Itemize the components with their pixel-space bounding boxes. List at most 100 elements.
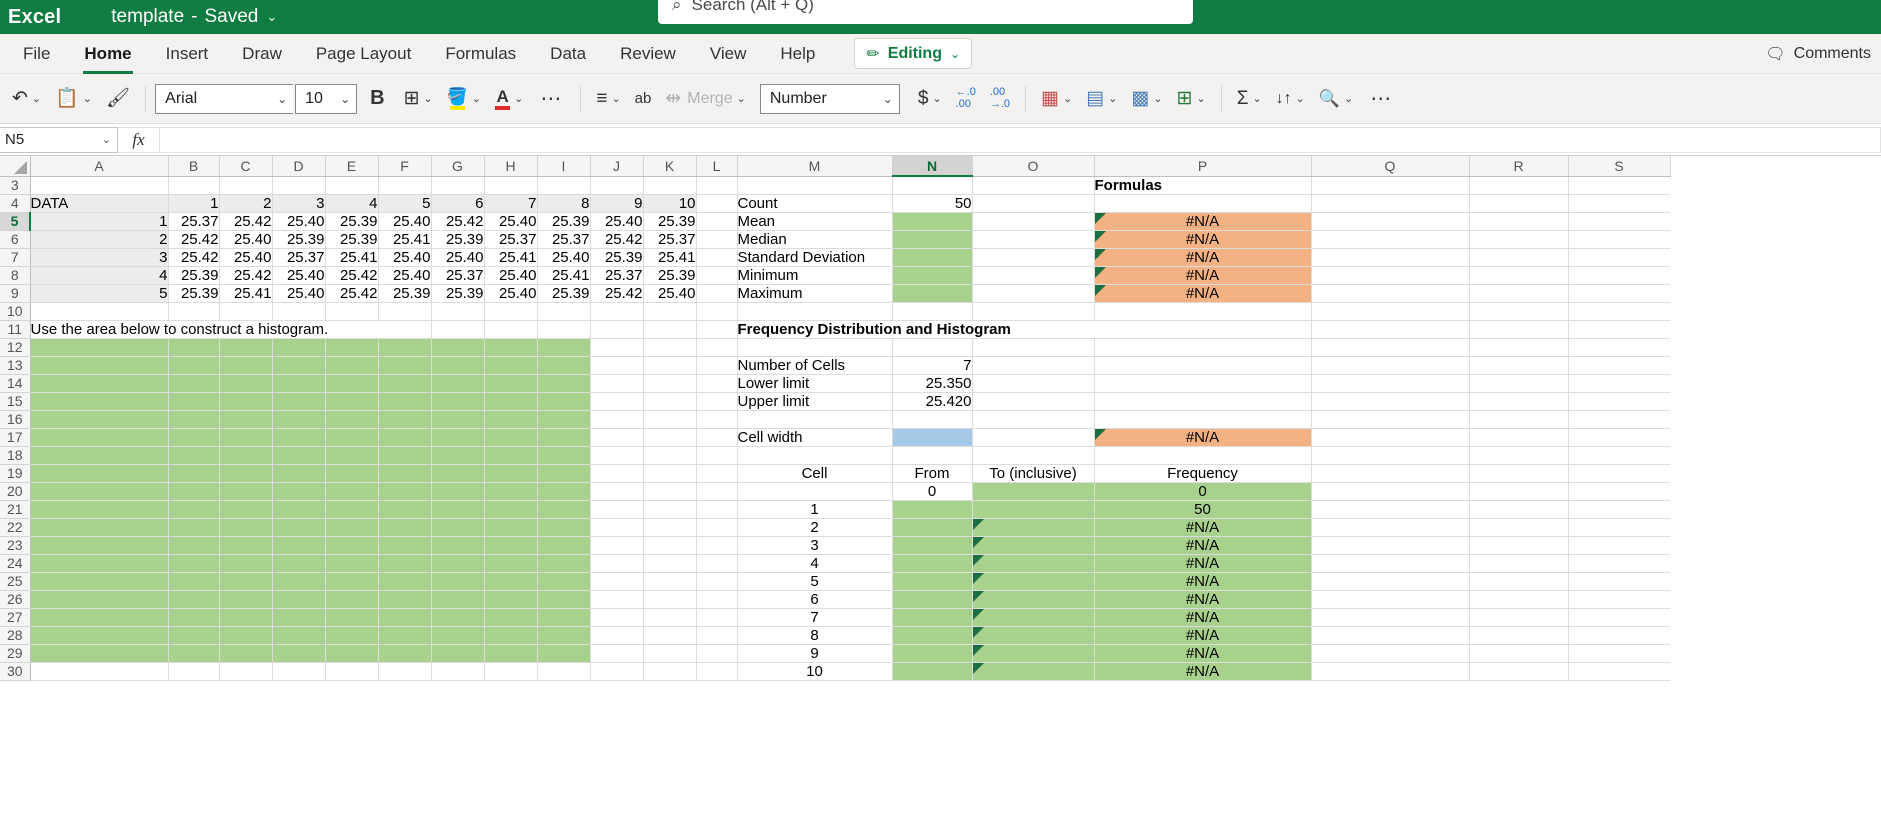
cell-I8[interactable]: 25.41: [537, 266, 591, 285]
cell-S16[interactable]: [1568, 410, 1670, 429]
cell-K13[interactable]: [643, 356, 697, 375]
cell-J7[interactable]: 25.39: [590, 248, 644, 267]
cell-D29-histogram-area[interactable]: [272, 644, 326, 663]
col-header-I[interactable]: I: [537, 156, 591, 177]
cell-J13[interactable]: [590, 356, 644, 375]
formula-input[interactable]: [160, 126, 1881, 153]
cell-I12-histogram-area[interactable]: [537, 338, 591, 357]
cell-Q16[interactable]: [1311, 410, 1470, 429]
row-header-26[interactable]: 26: [0, 590, 31, 609]
cell-Q18[interactable]: [1311, 446, 1470, 465]
cell-S4[interactable]: [1568, 194, 1670, 213]
cell-Q27[interactable]: [1311, 608, 1470, 627]
cell-H26-histogram-area[interactable]: [484, 590, 538, 609]
cell-M7-stat-label[interactable]: Standard Deviation: [737, 248, 893, 267]
cell-Q30[interactable]: [1311, 662, 1470, 681]
col-header-S[interactable]: S: [1568, 156, 1671, 177]
cell-B21-histogram-area[interactable]: [168, 500, 220, 519]
cell-G7[interactable]: 25.40: [431, 248, 485, 267]
col-header-D[interactable]: D: [272, 156, 326, 177]
cell-O16[interactable]: [972, 410, 1095, 429]
cell-J9[interactable]: 25.42: [590, 284, 644, 303]
cell-N22-freq-from[interactable]: [892, 518, 973, 537]
cell-E20-histogram-area[interactable]: [325, 482, 379, 501]
cell-E4[interactable]: 4: [325, 194, 379, 213]
cell-D19-histogram-area[interactable]: [272, 464, 326, 483]
cell-L6[interactable]: [696, 230, 738, 249]
cell-Q8[interactable]: [1311, 266, 1470, 285]
cell-K16[interactable]: [643, 410, 697, 429]
cell-L22[interactable]: [696, 518, 738, 537]
cell-E17-histogram-area[interactable]: [325, 428, 379, 447]
cell-L10[interactable]: [696, 302, 738, 321]
cell-J5[interactable]: 25.40: [590, 212, 644, 231]
cell-O20-freq-to[interactable]: [972, 482, 1095, 501]
cell-F19-histogram-area[interactable]: [378, 464, 432, 483]
cell-N23-freq-from[interactable]: [892, 536, 973, 555]
cell-H18-histogram-area[interactable]: [484, 446, 538, 465]
cell-C20-histogram-area[interactable]: [219, 482, 273, 501]
cell-A16-histogram-area[interactable]: [30, 410, 169, 429]
cell-B22-histogram-area[interactable]: [168, 518, 220, 537]
cell-C28-histogram-area[interactable]: [219, 626, 273, 645]
cell-H8[interactable]: 25.40: [484, 266, 538, 285]
cell-M18[interactable]: [737, 446, 893, 465]
cell-R23[interactable]: [1469, 536, 1569, 555]
cell-H9[interactable]: 25.40: [484, 284, 538, 303]
cell-E5[interactable]: 25.39: [325, 212, 379, 231]
cell-Q11[interactable]: [1311, 320, 1470, 339]
cell-J4[interactable]: 9: [590, 194, 644, 213]
cell-F8[interactable]: 25.40: [378, 266, 432, 285]
cell-J25[interactable]: [590, 572, 644, 591]
cell-M20-freq-cell[interactable]: [737, 482, 893, 501]
cell-G11[interactable]: [431, 320, 485, 339]
number-format-select[interactable]: Number ⌄: [759, 83, 900, 114]
cell-F25-histogram-area[interactable]: [378, 572, 432, 591]
cell-R20[interactable]: [1469, 482, 1569, 501]
cell-L28[interactable]: [696, 626, 738, 645]
cell-H4[interactable]: 7: [484, 194, 538, 213]
font-name-select[interactable]: Arial ⌄: [155, 83, 294, 114]
cell-R4[interactable]: [1469, 194, 1569, 213]
cell-R25[interactable]: [1469, 572, 1569, 591]
cell-E13-histogram-area[interactable]: [325, 356, 379, 375]
cell-E24-histogram-area[interactable]: [325, 554, 379, 573]
cell-B27-histogram-area[interactable]: [168, 608, 220, 627]
cell-A26-histogram-area[interactable]: [30, 590, 169, 609]
cell-S17[interactable]: [1568, 428, 1670, 447]
cell-E9[interactable]: 25.42: [325, 284, 379, 303]
cell-N24-freq-from[interactable]: [892, 554, 973, 573]
cell-I16-histogram-area[interactable]: [537, 410, 591, 429]
cell-E16-histogram-area[interactable]: [325, 410, 379, 429]
toolbar-overflow-button[interactable]: ⋯: [1361, 82, 1401, 116]
row-header-9[interactable]: 9: [0, 284, 31, 303]
name-box[interactable]: N5 ⌄: [0, 126, 118, 153]
cell-D21-histogram-area[interactable]: [272, 500, 326, 519]
cell-P12[interactable]: [1094, 338, 1312, 357]
cell-C5[interactable]: 25.42: [219, 212, 273, 231]
cell-O9[interactable]: [972, 284, 1095, 303]
cell-R17[interactable]: [1469, 428, 1569, 447]
cell-A7[interactable]: 3: [30, 248, 169, 267]
tab-view[interactable]: View: [693, 34, 764, 74]
cell-J30[interactable]: [590, 662, 644, 681]
cell-A24-histogram-area[interactable]: [30, 554, 169, 573]
cell-H21-histogram-area[interactable]: [484, 500, 538, 519]
cell-M21-freq-cell[interactable]: 1: [737, 500, 893, 519]
cell-Q26[interactable]: [1311, 590, 1470, 609]
format-painter-button[interactable]: 🖌: [100, 82, 136, 116]
cell-D28-histogram-area[interactable]: [272, 626, 326, 645]
cell-H6[interactable]: 25.37: [484, 230, 538, 249]
cell-L9[interactable]: [696, 284, 738, 303]
cell-M11-freq-title[interactable]: Frequency Distribution and Histogram: [737, 320, 1094, 339]
cell-R27[interactable]: [1469, 608, 1569, 627]
cell-A15-histogram-area[interactable]: [30, 392, 169, 411]
cell-P14[interactable]: [1094, 374, 1312, 393]
cell-L27[interactable]: [696, 608, 738, 627]
cell-L3[interactable]: [696, 176, 738, 195]
cell-L12[interactable]: [696, 338, 738, 357]
cell-M4-stat-label[interactable]: Count: [737, 194, 893, 213]
cell-F28-histogram-area[interactable]: [378, 626, 432, 645]
cell-G17-histogram-area[interactable]: [431, 428, 485, 447]
cell-B18-histogram-area[interactable]: [168, 446, 220, 465]
